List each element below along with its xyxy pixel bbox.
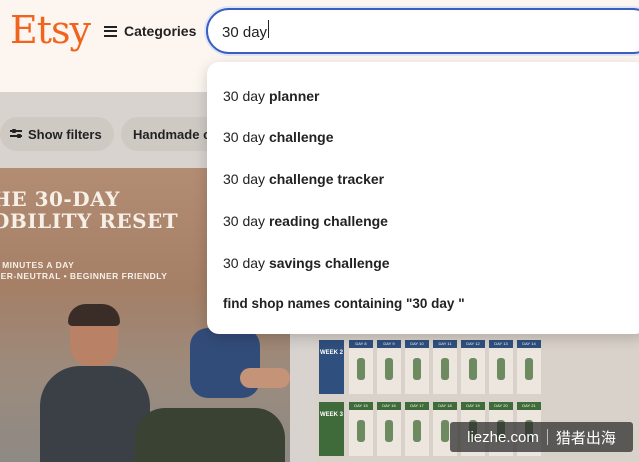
- text-caret: [268, 20, 269, 38]
- day-cell: DAY 11: [433, 340, 457, 394]
- product-image-subtitle: 5 MINUTES A DAY DER-NEUTRAL • BEGINNER F…: [0, 260, 168, 281]
- categories-label: Categories: [124, 23, 197, 39]
- day-cell: DAY 15: [349, 402, 373, 456]
- man-figure: [20, 304, 150, 462]
- day-cell: DAY 8: [349, 340, 373, 394]
- sliders-icon: [10, 129, 22, 139]
- show-filters-button[interactable]: Show filters: [0, 117, 114, 151]
- week-2-label: WEEK 2: [319, 340, 344, 394]
- product-image-title: HE 30-DAY OBILITY RESET: [0, 187, 179, 233]
- day-cell: DAY 16: [377, 402, 401, 456]
- suggestion-item[interactable]: 30 day reading challenge: [223, 213, 388, 229]
- watermark-domain: liezhe.com: [467, 428, 539, 446]
- hamburger-icon: [104, 25, 117, 37]
- search-input[interactable]: [222, 21, 522, 43]
- categories-button[interactable]: Categories: [104, 20, 196, 42]
- show-filters-label: Show filters: [28, 126, 102, 142]
- day-cell: DAY 9: [377, 340, 401, 394]
- woman-figure: [135, 328, 290, 462]
- week-3-label: WEEK 3: [319, 402, 344, 456]
- day-cell: DAY 12: [461, 340, 485, 394]
- suggestion-item[interactable]: 30 day challenge tracker: [223, 171, 384, 187]
- day-cell: DAY 17: [405, 402, 429, 456]
- watermark: liezhe.com 猎者出海: [450, 422, 633, 452]
- day-cell: DAY 10: [405, 340, 429, 394]
- watermark-brand: 猎者出海: [555, 429, 616, 447]
- suggestion-item[interactable]: 30 day challenge: [223, 129, 334, 145]
- search-suggestions-dropdown: 30 day planner 30 day challenge 30 day c…: [207, 62, 639, 334]
- day-cell: DAY 13: [489, 340, 513, 394]
- watermark-divider: [546, 429, 548, 445]
- day-cell: DAY 14: [517, 340, 541, 394]
- suggestion-item[interactable]: 30 day planner: [223, 88, 320, 104]
- etsy-logo[interactable]: Etsy: [10, 8, 91, 52]
- handmade-filter-label: Handmade or: [133, 126, 217, 142]
- search-bar[interactable]: [206, 8, 639, 54]
- find-shop-names-link[interactable]: find shop names containing "30 day ": [223, 296, 465, 311]
- suggestion-item[interactable]: 30 day savings challenge: [223, 255, 390, 271]
- handmade-filter-button[interactable]: Handmade or: [121, 117, 221, 151]
